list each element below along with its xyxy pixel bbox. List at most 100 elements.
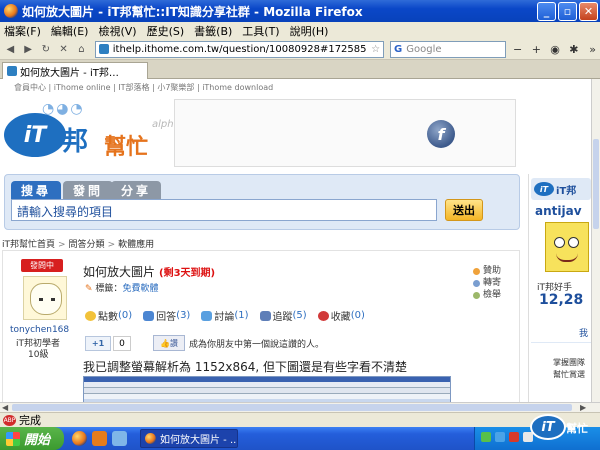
stat-follows[interactable]: 追蹤 (5): [259, 308, 307, 323]
question-actions: 贊助 轉寄 檢舉: [473, 265, 501, 301]
question-title: 如何放大圖片 (剩3天到期): [83, 263, 215, 280]
site-search-input[interactable]: 請輸入搜尋的項目: [11, 199, 437, 221]
avatar[interactable]: [23, 276, 67, 320]
more-icon[interactable]: »: [585, 42, 600, 57]
right-header-text: iT邦: [556, 186, 577, 197]
tab-current[interactable]: 如何放大圖片 - iT邦…: [2, 62, 148, 79]
follow-icon: [259, 310, 271, 321]
site-favicon-icon: [98, 44, 109, 54]
tray-chat-icon[interactable]: [495, 432, 505, 442]
vertical-scroll-thumb[interactable]: [593, 139, 599, 229]
horizontal-scroll-thumb[interactable]: [12, 404, 572, 411]
desktop-quicklaunch-icon[interactable]: [112, 431, 127, 446]
question-tags: ✎ 標籤：免費軟體: [85, 281, 158, 294]
menu-bookmarks[interactable]: 書籤(B): [194, 23, 232, 39]
close-button[interactable]: ✕: [579, 1, 598, 21]
question-body: 我已調整螢幕解析為 1152x864, 但下圖還是有些字看不清楚: [83, 360, 407, 374]
stat-favorites[interactable]: 收藏 (0): [317, 308, 365, 323]
status-bar: ABP 完成: [0, 412, 600, 427]
action-forward[interactable]: 轉寄: [473, 277, 501, 289]
scroll-left-icon[interactable]: ◀: [2, 403, 8, 412]
home-button[interactable]: ⌂: [74, 42, 89, 57]
action-sponsor[interactable]: 贊助: [473, 265, 501, 277]
tab-bar: 如何放大圖片 - iT邦…: [0, 60, 600, 79]
menu-edit[interactable]: 編輯(E): [51, 23, 89, 39]
navigation-toolbar: ◀ ▶ ↻ ✕ ⌂ ithelp.ithome.com.tw/question/…: [0, 39, 600, 60]
mini-logo-icon: iT: [534, 182, 554, 196]
action-report[interactable]: 檢舉: [473, 289, 501, 301]
menu-history[interactable]: 歷史(S): [147, 23, 185, 39]
minimize-button[interactable]: _: [537, 1, 556, 21]
vertical-scrollbar[interactable]: [591, 79, 600, 402]
favorite-icon: [317, 310, 329, 321]
menu-view[interactable]: 檢視(V): [98, 23, 136, 39]
sponge-avatar[interactable]: [545, 222, 589, 272]
screenshot-image: [83, 376, 451, 402]
google-icon: G: [394, 43, 403, 55]
status-text: 完成: [19, 414, 41, 427]
scroll-right-icon[interactable]: ▶: [580, 403, 586, 412]
ithelp-tray-logo: iT 幫忙: [530, 412, 600, 450]
tag-icon: ✎: [85, 284, 93, 294]
url-text: ithelp.ithome.com.tw/question/10080928#1…: [112, 43, 367, 55]
divider: [531, 342, 591, 343]
url-bar[interactable]: ithelp.ithome.com.tw/question/10080928#1…: [94, 40, 385, 58]
breadcrumb-category[interactable]: 問答分類: [69, 240, 105, 250]
tab-search[interactable]: 搜尋: [11, 181, 61, 199]
asker-name[interactable]: tonychen168: [10, 325, 69, 335]
taskbar-firefox-item[interactable]: 如何放大圖片 - ...: [140, 429, 238, 448]
adblock-icon[interactable]: ABP: [3, 414, 16, 426]
search-input[interactable]: G Google: [390, 40, 507, 58]
zoom-in-button[interactable]: +: [529, 42, 544, 57]
menu-bar: 檔案(F) 編輯(E) 檢視(V) 歷史(S) 書籤(B) 工具(T) 說明(H…: [0, 22, 600, 39]
site-logo[interactable]: iT ◔◕◔ 邦 幫忙 alpha: [4, 99, 180, 167]
stat-discussions[interactable]: 討論 (1): [201, 308, 249, 323]
media-quicklaunch-icon[interactable]: [92, 431, 107, 446]
breadcrumb-home[interactable]: iT邦幫忙首頁: [2, 240, 55, 250]
tray-network-icon[interactable]: [481, 432, 491, 442]
right-more-link[interactable]: 我: [579, 326, 588, 339]
title-bar: 如何放大圖片 - iT邦幫忙::IT知識分享社群 - Mozilla Firef…: [0, 0, 600, 22]
menu-file[interactable]: 檔案(F): [4, 23, 41, 39]
like-text: 成為你朋友中第一個說這讚的人。: [189, 340, 325, 350]
tray-antivirus-icon[interactable]: [509, 432, 519, 442]
status-badge: 發問中: [21, 259, 63, 272]
right-number: 12,28: [539, 292, 584, 308]
submit-button[interactable]: 送出: [445, 199, 483, 221]
addon-icon[interactable]: ◉: [548, 42, 563, 57]
menu-help[interactable]: 說明(H): [290, 23, 329, 39]
site-search-panel: 搜尋 發問 分享 請輸入搜尋的項目 送出: [4, 174, 520, 230]
horizontal-scrollbar[interactable]: ◀ ▶: [0, 402, 600, 412]
like-button[interactable]: 👍 讚: [153, 335, 185, 351]
logo-help: 幫忙: [104, 135, 149, 160]
stat-points[interactable]: 點數 (0): [85, 308, 132, 323]
menu-tools[interactable]: 工具(T): [242, 23, 279, 39]
settings-icon[interactable]: ✱: [566, 42, 581, 57]
tab-favicon-icon: [7, 66, 17, 76]
zoom-out-button[interactable]: −: [510, 42, 525, 57]
forward-button[interactable]: ▶: [21, 42, 36, 57]
firefox-quicklaunch-icon[interactable]: [72, 431, 87, 446]
start-button[interactable]: 開始: [0, 427, 64, 450]
right-panel: iT iT邦 antijav iT邦好手 12,28 我 掌握團隊 幫忙賞選: [528, 174, 591, 402]
tray-logo-text: 幫忙: [566, 422, 588, 435]
answer-icon: [143, 310, 155, 321]
flash-banner[interactable]: f: [174, 99, 516, 167]
top-links[interactable]: 會員中心 | iThome online | IT部落格 | 小7聚樂部 | i…: [14, 82, 273, 93]
tab-ask[interactable]: 發問: [63, 181, 113, 199]
breadcrumb-software[interactable]: 軟體應用: [118, 240, 154, 250]
bookmark-star-icon[interactable]: ☆: [371, 44, 380, 55]
logo-it: iT: [4, 113, 66, 157]
maximize-button[interactable]: ▫: [558, 1, 577, 21]
right-username[interactable]: antijav: [535, 204, 582, 218]
reload-button[interactable]: ↻: [39, 42, 54, 57]
taskbar: 開始 如何放大圖片 - ...: [0, 427, 600, 450]
tag-link[interactable]: 免費軟體: [122, 284, 158, 294]
question-title-text[interactable]: 如何放大圖片: [83, 265, 155, 279]
plusone-button[interactable]: +1: [85, 336, 111, 351]
stat-answers[interactable]: 回答 (3): [143, 308, 190, 323]
stop-button[interactable]: ✕: [56, 42, 71, 57]
back-button[interactable]: ◀: [3, 42, 18, 57]
tray-logo-it: iT: [530, 414, 566, 440]
tab-share[interactable]: 分享: [111, 181, 161, 199]
